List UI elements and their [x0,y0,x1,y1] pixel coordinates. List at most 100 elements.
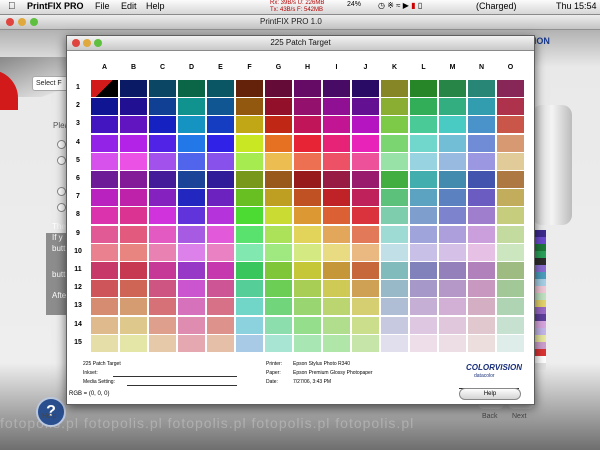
patch-M10[interactable] [439,243,466,261]
menubar-clock[interactable]: Thu 15:54 [556,1,597,11]
patch-O5[interactable] [497,152,524,170]
patch-E12[interactable] [207,280,234,298]
patch-I6[interactable] [323,171,350,188]
patch-E4[interactable] [207,134,234,152]
patch-L10[interactable] [410,243,437,261]
patch-B3[interactable] [120,116,147,134]
patch-M11[interactable] [439,262,466,279]
patch-J9[interactable] [352,225,379,243]
patch-J2[interactable] [352,98,379,116]
patch-F2[interactable] [236,98,263,116]
patch-L14[interactable] [410,316,437,334]
patch-B11[interactable] [120,262,147,279]
patch-J12[interactable] [352,280,379,298]
patch-D8[interactable] [178,207,205,225]
bluetooth-icon[interactable]: ※ [387,1,394,10]
patch-K15[interactable] [381,334,408,352]
patch-N10[interactable] [468,243,495,261]
patch-H9[interactable] [294,225,321,243]
patch-I11[interactable] [323,262,350,279]
patch-E11[interactable] [207,262,234,279]
patch-C1[interactable] [149,80,176,97]
patch-C6[interactable] [149,171,176,188]
patch-A5[interactable] [91,152,118,170]
patch-L1[interactable] [410,80,437,97]
patch-A1[interactable] [91,80,118,97]
patch-E13[interactable] [207,298,234,316]
patch-C14[interactable] [149,316,176,334]
timemachine-icon[interactable]: ◷ [378,1,385,10]
patch-K2[interactable] [381,98,408,116]
patch-K10[interactable] [381,243,408,261]
patch-F7[interactable] [236,189,263,207]
help-button[interactable]: Help [459,388,521,400]
patch-G5[interactable] [265,152,292,170]
patch-C5[interactable] [149,152,176,170]
patch-M3[interactable] [439,116,466,134]
patch-I10[interactable] [323,243,350,261]
patch-K5[interactable] [381,152,408,170]
patch-O9[interactable] [497,225,524,243]
patch-I7[interactable] [323,189,350,207]
patch-G4[interactable] [265,134,292,152]
patch-A11[interactable] [91,262,118,279]
patch-H6[interactable] [294,171,321,188]
patch-K13[interactable] [381,298,408,316]
patch-C9[interactable] [149,225,176,243]
patch-D15[interactable] [178,334,205,352]
patch-O11[interactable] [497,262,524,279]
patch-I3[interactable] [323,116,350,134]
patch-D2[interactable] [178,98,205,116]
patch-M13[interactable] [439,298,466,316]
patch-B10[interactable] [120,243,147,261]
patch-J6[interactable] [352,171,379,188]
patch-E10[interactable] [207,243,234,261]
patch-L4[interactable] [410,134,437,152]
patch-C7[interactable] [149,189,176,207]
patch-H10[interactable] [294,243,321,261]
patch-L5[interactable] [410,152,437,170]
bg-zoom-icon[interactable] [30,18,38,26]
patch-L15[interactable] [410,334,437,352]
patch-B4[interactable] [120,134,147,152]
patch-H3[interactable] [294,116,321,134]
patch-O14[interactable] [497,316,524,334]
patch-F15[interactable] [236,334,263,352]
patch-C13[interactable] [149,298,176,316]
patch-A10[interactable] [91,243,118,261]
radio-option-1[interactable] [57,140,66,149]
bg-minimize-icon[interactable] [18,18,26,26]
patch-A7[interactable] [91,189,118,207]
patch-M5[interactable] [439,152,466,170]
patch-K7[interactable] [381,189,408,207]
patch-N1[interactable] [468,80,495,97]
patch-A6[interactable] [91,171,118,188]
patch-O8[interactable] [497,207,524,225]
patch-E7[interactable] [207,189,234,207]
patch-O1[interactable] [497,80,524,97]
radio-option-2[interactable] [57,156,66,165]
patch-D10[interactable] [178,243,205,261]
patch-A9[interactable] [91,225,118,243]
patch-K1[interactable] [381,80,408,97]
patch-D5[interactable] [178,152,205,170]
patch-H12[interactable] [294,280,321,298]
patch-G11[interactable] [265,262,292,279]
patch-F9[interactable] [236,225,263,243]
patch-J10[interactable] [352,243,379,261]
patch-F1[interactable] [236,80,263,97]
patch-I14[interactable] [323,316,350,334]
apple-menu-icon[interactable]:  [8,1,16,12]
patch-M1[interactable] [439,80,466,97]
patch-E9[interactable] [207,225,234,243]
patch-B14[interactable] [120,316,147,334]
patch-D6[interactable] [178,171,205,188]
patch-C15[interactable] [149,334,176,352]
patch-G12[interactable] [265,280,292,298]
patch-G9[interactable] [265,225,292,243]
patch-H7[interactable] [294,189,321,207]
patch-J8[interactable] [352,207,379,225]
patch-A8[interactable] [91,207,118,225]
patch-I5[interactable] [323,152,350,170]
patch-D7[interactable] [178,189,205,207]
